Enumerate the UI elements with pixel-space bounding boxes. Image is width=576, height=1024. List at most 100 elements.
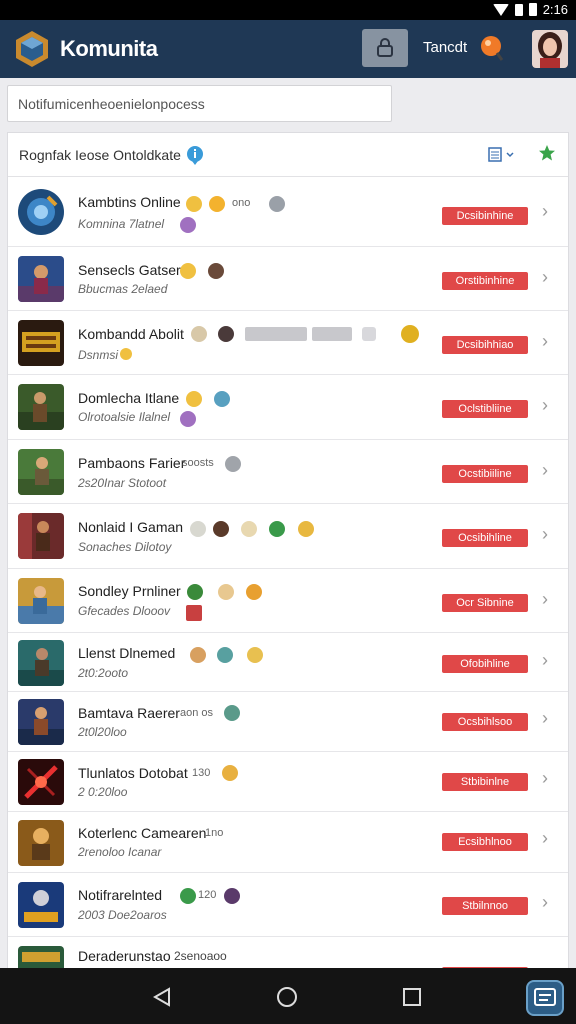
status-badge[interactable]: Ocr Sibnine bbox=[442, 594, 528, 612]
game-thumbnail bbox=[18, 759, 64, 805]
status-badge[interactable]: Stbibinlne bbox=[442, 773, 528, 791]
list-item[interactable]: Kambtins Online ono Komnina 7latnel Dcsi… bbox=[8, 177, 568, 247]
smile-emoji-icon bbox=[180, 263, 196, 279]
panel-header: Rognfak Ieose Ontoldkate bbox=[8, 133, 568, 177]
chat-button[interactable] bbox=[526, 980, 564, 1016]
status-badge[interactable]: Dcsibinhine bbox=[442, 207, 528, 225]
chevron-right-icon[interactable]: › bbox=[542, 828, 548, 849]
search-input[interactable]: Notifumicenheoenielonpocess bbox=[7, 85, 392, 122]
game-thumbnail bbox=[18, 449, 64, 495]
chevron-right-icon[interactable]: › bbox=[542, 708, 548, 729]
smile-emoji-icon bbox=[246, 584, 262, 600]
reaction-icon bbox=[241, 521, 257, 537]
item-subtitle: Bbucmas 2elaed bbox=[78, 282, 168, 296]
item-name: Llenst Dlnemed bbox=[78, 645, 176, 661]
item-subtitle: 2t0l20loo bbox=[78, 725, 127, 739]
status-badge[interactable]: Dcsibihhiao bbox=[442, 336, 528, 354]
smile-emoji-icon bbox=[209, 196, 225, 212]
item-name: Kombandd Abolit bbox=[78, 326, 184, 342]
chevron-right-icon[interactable]: › bbox=[542, 331, 548, 352]
status-badge[interactable]: Orstibinhine bbox=[442, 272, 528, 290]
list-item[interactable]: Kombandd Abolit Dsnmsi Dcsibihhiao › bbox=[8, 311, 568, 375]
status-badge[interactable]: Ocsibihline bbox=[442, 529, 528, 547]
reaction-icon bbox=[217, 647, 233, 663]
notification-icon[interactable] bbox=[480, 35, 504, 61]
item-extra: ono bbox=[232, 197, 251, 209]
reaction-icon bbox=[191, 326, 207, 342]
lock-button[interactable] bbox=[362, 29, 408, 67]
game-thumbnail bbox=[18, 320, 64, 366]
chevron-right-icon[interactable]: › bbox=[542, 460, 548, 481]
item-name: Kambtins Online bbox=[78, 194, 181, 210]
reaction-bar bbox=[245, 327, 307, 341]
app-title: Komunita bbox=[60, 36, 158, 61]
home-icon[interactable] bbox=[276, 986, 298, 1008]
reaction-icon bbox=[224, 705, 240, 721]
item-subtitle: Gfecades Dlooov bbox=[78, 604, 171, 618]
chevron-right-icon[interactable]: › bbox=[542, 589, 548, 610]
smile-emoji-icon bbox=[222, 765, 238, 781]
chevron-right-icon[interactable]: › bbox=[542, 395, 548, 416]
system-nav-bar bbox=[0, 968, 576, 1024]
list-sort-icon[interactable] bbox=[488, 147, 518, 163]
game-thumbnail bbox=[18, 384, 64, 430]
status-badge[interactable]: Ocsbihlsoo bbox=[442, 713, 528, 731]
chat-icon bbox=[534, 988, 556, 1006]
item-subtitle: 2t0:2ooto bbox=[78, 666, 129, 680]
reaction-icon bbox=[180, 888, 196, 904]
status-bar: 2:16 bbox=[0, 0, 576, 20]
item-name: Sondley Prnliner bbox=[78, 583, 181, 599]
item-name: Koterlenc Camearen bbox=[78, 825, 207, 841]
wifi-icon bbox=[492, 3, 509, 16]
item-extra: aon os bbox=[180, 707, 214, 719]
smile-emoji-icon bbox=[186, 196, 202, 212]
game-thumbnail bbox=[18, 578, 64, 624]
avatar[interactable] bbox=[532, 30, 568, 68]
item-subtitle: Dsnmsi bbox=[78, 348, 119, 362]
list-item[interactable]: Notifrarelnted 120 2003 Doe2oaros Stbiln… bbox=[8, 873, 568, 937]
item-extra: 2senoaoo bbox=[174, 949, 227, 963]
status-badge[interactable]: Ecsibhlnoo bbox=[442, 833, 528, 851]
star-icon[interactable] bbox=[538, 144, 556, 162]
list-item[interactable]: Pambaons Farier soosts 2s20Inar Stotoot … bbox=[8, 440, 568, 504]
status-badge[interactable]: Ofobihline bbox=[442, 655, 528, 673]
list-item[interactable]: Domlecha Itlane Olrotoalsie Ilalnel Ocls… bbox=[8, 375, 568, 440]
chevron-right-icon[interactable]: › bbox=[542, 892, 548, 913]
lock-icon bbox=[377, 38, 393, 57]
game-thumbnail bbox=[18, 882, 64, 928]
item-subtitle: 2renoloo Icanar bbox=[78, 845, 162, 859]
recents-icon[interactable] bbox=[401, 986, 423, 1008]
list-item[interactable]: Sensecls Gatser Bbucmas 2elaed Orstibinh… bbox=[8, 247, 568, 311]
chevron-right-icon[interactable]: › bbox=[542, 768, 548, 789]
item-name: Tlunlatos Dotobat bbox=[78, 765, 188, 781]
reaction-icon bbox=[214, 391, 230, 407]
item-name: Bamtava Raerer bbox=[78, 705, 180, 721]
info-icon[interactable] bbox=[186, 145, 204, 165]
game-thumbnail bbox=[18, 640, 64, 686]
list-item[interactable]: Nonlaid I Gaman Sonaches Dilotoy Ocsibih… bbox=[8, 504, 568, 569]
list-item[interactable]: Llenst Dlnemed 2t0:2ooto Ofobihline › bbox=[8, 633, 568, 692]
reaction-icon bbox=[218, 584, 234, 600]
chevron-right-icon[interactable]: › bbox=[542, 524, 548, 545]
list-item[interactable]: Koterlenc Camearen 1no 2renoloo Icanar E… bbox=[8, 812, 568, 873]
panel-title: Rognfak Ieose Ontoldkate bbox=[19, 147, 181, 163]
item-extra: soosts bbox=[182, 457, 214, 469]
chevron-right-icon[interactable]: › bbox=[542, 201, 548, 222]
status-badge[interactable]: Stbilnnoo bbox=[442, 897, 528, 915]
reaction-icon bbox=[269, 521, 285, 537]
item-extra: 130 bbox=[192, 767, 211, 779]
list-item[interactable]: Sondley Prnliner Gfecades Dlooov Ocr Sib… bbox=[8, 569, 568, 633]
reaction-icon bbox=[208, 263, 224, 279]
search-placeholder: Notifumicenheoenielonpocess bbox=[18, 96, 205, 112]
user-label[interactable]: Tancdt bbox=[423, 39, 467, 56]
reaction-icon bbox=[187, 584, 203, 600]
status-badge[interactable]: Oclstibliine bbox=[442, 400, 528, 418]
sparkle-icon bbox=[401, 325, 419, 343]
chevron-right-icon[interactable]: › bbox=[542, 267, 548, 288]
list-item[interactable]: Bamtava Raerer aon os 2t0l20loo Ocsbihls… bbox=[8, 692, 568, 752]
reaction-icon bbox=[225, 456, 241, 472]
chevron-right-icon[interactable]: › bbox=[542, 650, 548, 671]
status-badge[interactable]: Ocstibiiline bbox=[442, 465, 528, 483]
list-item[interactable]: Tlunlatos Dotobat 130 2 0:20loo Stbibinl… bbox=[8, 752, 568, 812]
back-icon[interactable] bbox=[151, 986, 173, 1008]
